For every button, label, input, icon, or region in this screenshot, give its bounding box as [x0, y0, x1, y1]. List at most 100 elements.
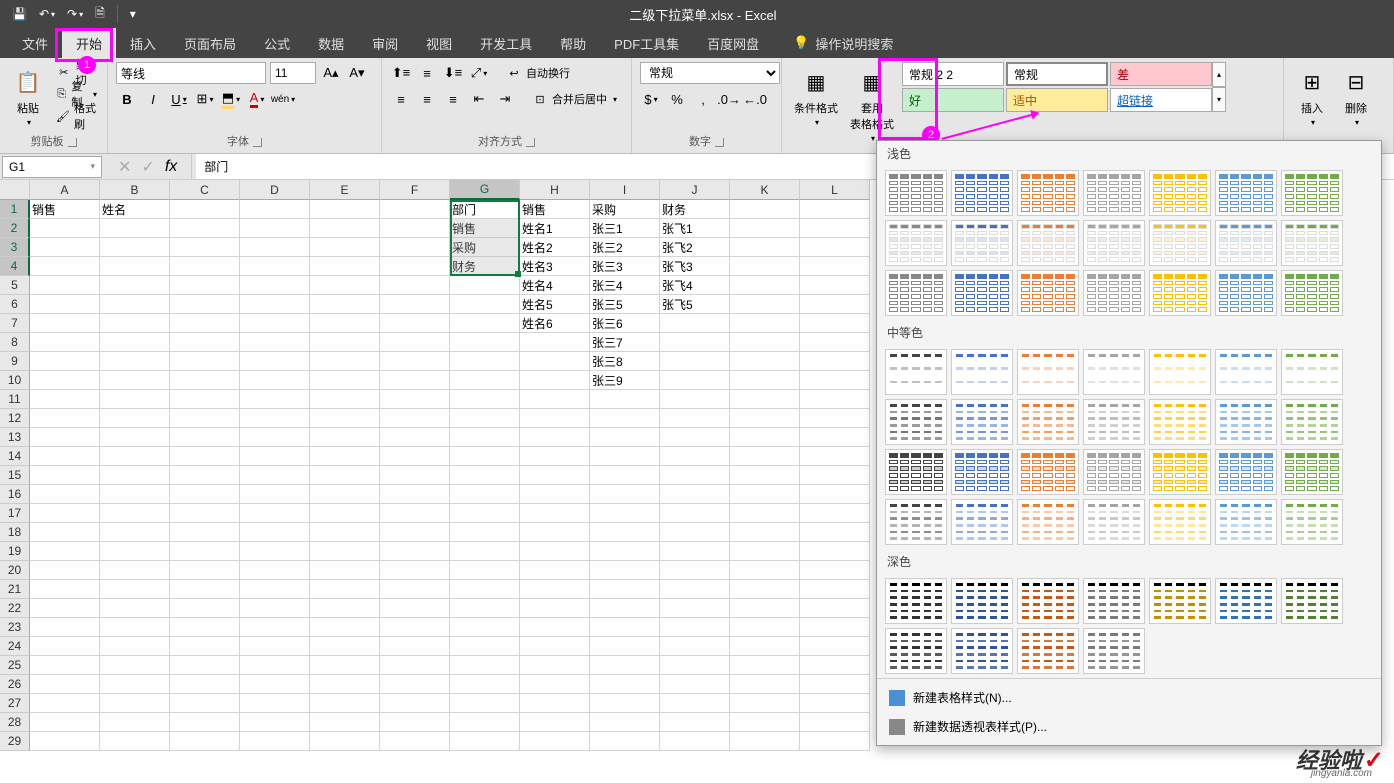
cell-E3[interactable] — [310, 238, 380, 257]
table-style-swatch[interactable] — [951, 399, 1013, 445]
table-style-swatch[interactable] — [951, 220, 1013, 266]
cell-G19[interactable] — [450, 542, 520, 561]
row-header-23[interactable]: 23 — [0, 618, 30, 637]
row-header-25[interactable]: 25 — [0, 656, 30, 675]
cell-L7[interactable] — [800, 314, 870, 333]
cell-D13[interactable] — [240, 428, 310, 447]
cell-L23[interactable] — [800, 618, 870, 637]
cell-J14[interactable] — [660, 447, 730, 466]
cell-H24[interactable] — [520, 637, 590, 656]
cell-G15[interactable] — [450, 466, 520, 485]
cell-F29[interactable] — [380, 732, 450, 751]
cell-G14[interactable] — [450, 447, 520, 466]
cell-H23[interactable] — [520, 618, 590, 637]
cell-A8[interactable] — [30, 333, 100, 352]
cell-F12[interactable] — [380, 409, 450, 428]
table-style-swatch[interactable] — [1017, 270, 1079, 316]
cell-D26[interactable] — [240, 675, 310, 694]
align-top-icon[interactable]: ⬆≡ — [390, 62, 412, 84]
phonetic-button[interactable]: wén▾ — [272, 88, 294, 110]
select-all-corner[interactable] — [0, 180, 30, 200]
name-box[interactable]: G1▾ — [2, 156, 102, 178]
cell-K20[interactable] — [730, 561, 800, 580]
cell-H15[interactable] — [520, 466, 590, 485]
cell-C8[interactable] — [170, 333, 240, 352]
cell-J19[interactable] — [660, 542, 730, 561]
decrease-indent-icon[interactable]: ⇤ — [468, 88, 490, 110]
table-style-swatch[interactable] — [1149, 499, 1211, 545]
border-button[interactable]: ⊞▾ — [194, 88, 216, 110]
cell-L5[interactable] — [800, 276, 870, 295]
cell-E22[interactable] — [310, 599, 380, 618]
row-header-2[interactable]: 2 — [0, 219, 30, 238]
table-style-swatch[interactable] — [1017, 578, 1079, 624]
cell-J13[interactable] — [660, 428, 730, 447]
accounting-format-icon[interactable]: $▾ — [640, 88, 662, 110]
cell-F4[interactable] — [380, 257, 450, 276]
cell-F26[interactable] — [380, 675, 450, 694]
row-header-8[interactable]: 8 — [0, 333, 30, 352]
cell-C25[interactable] — [170, 656, 240, 675]
cell-J21[interactable] — [660, 580, 730, 599]
table-style-swatch[interactable] — [885, 628, 947, 674]
row-header-22[interactable]: 22 — [0, 599, 30, 618]
table-style-swatch[interactable] — [951, 349, 1013, 395]
cell-K8[interactable] — [730, 333, 800, 352]
table-style-swatch[interactable] — [1083, 170, 1145, 216]
cell-J9[interactable] — [660, 352, 730, 371]
cell-L6[interactable] — [800, 295, 870, 314]
cell-C15[interactable] — [170, 466, 240, 485]
cell-L16[interactable] — [800, 485, 870, 504]
cell-G2[interactable]: 销售 — [450, 219, 520, 238]
cell-C13[interactable] — [170, 428, 240, 447]
cell-B17[interactable] — [100, 504, 170, 523]
cell-H21[interactable] — [520, 580, 590, 599]
cell-I12[interactable] — [590, 409, 660, 428]
cell-B4[interactable] — [100, 257, 170, 276]
cell-I11[interactable] — [590, 390, 660, 409]
cell-D24[interactable] — [240, 637, 310, 656]
table-style-swatch[interactable] — [1215, 170, 1277, 216]
cell-J24[interactable] — [660, 637, 730, 656]
cell-K19[interactable] — [730, 542, 800, 561]
cell-C20[interactable] — [170, 561, 240, 580]
cell-L13[interactable] — [800, 428, 870, 447]
cell-L11[interactable] — [800, 390, 870, 409]
row-header-15[interactable]: 15 — [0, 466, 30, 485]
row-header-26[interactable]: 26 — [0, 675, 30, 694]
number-format-select[interactable]: 常规 — [640, 62, 780, 84]
cell-I10[interactable]: 张三9 — [590, 371, 660, 390]
cell-C18[interactable] — [170, 523, 240, 542]
cell-H16[interactable] — [520, 485, 590, 504]
merge-center-button[interactable]: ⊡合并后居中▾ — [528, 89, 621, 109]
table-style-swatch[interactable] — [1083, 349, 1145, 395]
cell-F1[interactable] — [380, 200, 450, 219]
cell-K25[interactable] — [730, 656, 800, 675]
cell-A21[interactable] — [30, 580, 100, 599]
cell-I3[interactable]: 张三2 — [590, 238, 660, 257]
fill-color-button[interactable]: ⬒▾ — [220, 88, 242, 110]
cell-E8[interactable] — [310, 333, 380, 352]
cell-H4[interactable]: 姓名3 — [520, 257, 590, 276]
tab-开发工具[interactable]: 开发工具 — [466, 28, 546, 58]
cell-A15[interactable] — [30, 466, 100, 485]
table-style-swatch[interactable] — [1215, 349, 1277, 395]
cell-G16[interactable] — [450, 485, 520, 504]
cell-I19[interactable] — [590, 542, 660, 561]
cell-L28[interactable] — [800, 713, 870, 732]
cell-J23[interactable] — [660, 618, 730, 637]
cell-I1[interactable]: 采购 — [590, 200, 660, 219]
increase-font-icon[interactable]: A▴ — [320, 62, 342, 84]
table-style-swatch[interactable] — [1215, 399, 1277, 445]
align-left-icon[interactable]: ≡ — [390, 88, 412, 110]
table-style-swatch[interactable] — [1017, 220, 1079, 266]
cell-F14[interactable] — [380, 447, 450, 466]
cell-A29[interactable] — [30, 732, 100, 751]
cell-H3[interactable]: 姓名2 — [520, 238, 590, 257]
orientation-icon[interactable]: ⤢▾ — [468, 62, 490, 84]
cell-H13[interactable] — [520, 428, 590, 447]
table-style-swatch[interactable] — [1281, 449, 1343, 495]
cell-G5[interactable] — [450, 276, 520, 295]
cell-J16[interactable] — [660, 485, 730, 504]
cell-I26[interactable] — [590, 675, 660, 694]
